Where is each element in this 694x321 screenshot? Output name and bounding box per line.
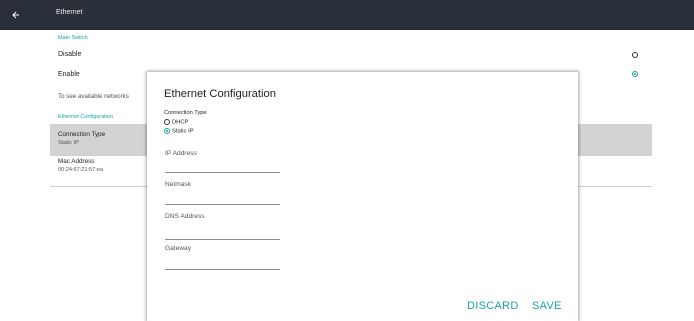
dhcp-radio[interactable]: [164, 118, 170, 125]
gateway-label: Gateway: [165, 245, 192, 252]
networks-hint-text: To see available networks: [58, 93, 129, 100]
save-button[interactable]: SAVE: [532, 300, 562, 312]
ip-address-input[interactable]: [165, 172, 280, 173]
mac-address-value: 00:24:67:21:57:ea: [58, 167, 104, 173]
connection-type-value: Static IP: [58, 140, 79, 146]
section-label-ethernet-configuration: Ethernet Configuration: [58, 114, 114, 120]
connection-type-title: Connection Type: [58, 131, 106, 138]
dhcp-option-label: DHCP: [172, 119, 189, 126]
mac-address-title: Mac Address: [58, 158, 95, 165]
dns-address-input[interactable]: [165, 239, 280, 240]
netmask-input[interactable]: [165, 204, 280, 205]
disable-radio[interactable]: [632, 52, 638, 58]
static-ip-option-label: Static IP: [172, 128, 194, 135]
connection-type-label: Connection Type: [164, 110, 207, 116]
dns-address-label: DNS Address: [165, 213, 205, 220]
static-ip-radio[interactable]: [164, 127, 170, 134]
ethernet-configuration-dialog: Ethernet Configuration Connection Type D…: [147, 72, 578, 321]
enable-option-label[interactable]: Enable: [58, 71, 80, 78]
page-title: Ethernet: [56, 9, 83, 16]
disable-option-label[interactable]: Disable: [58, 51, 81, 58]
dhcp-option[interactable]: DHCP: [164, 118, 189, 126]
section-label-main-switch: Main Switch: [58, 35, 88, 41]
gateway-input[interactable]: [165, 269, 280, 270]
enable-radio[interactable]: [632, 71, 638, 77]
dialog-title: Ethernet Configuration: [164, 88, 276, 100]
netmask-label: Netmask: [165, 181, 192, 188]
top-bar: Ethernet: [0, 0, 694, 30]
discard-button[interactable]: DISCARD: [467, 300, 519, 312]
ip-address-label: IP Address: [165, 150, 197, 157]
static-ip-option[interactable]: Static IP: [164, 127, 194, 135]
arrow-left-icon[interactable]: [10, 7, 22, 23]
